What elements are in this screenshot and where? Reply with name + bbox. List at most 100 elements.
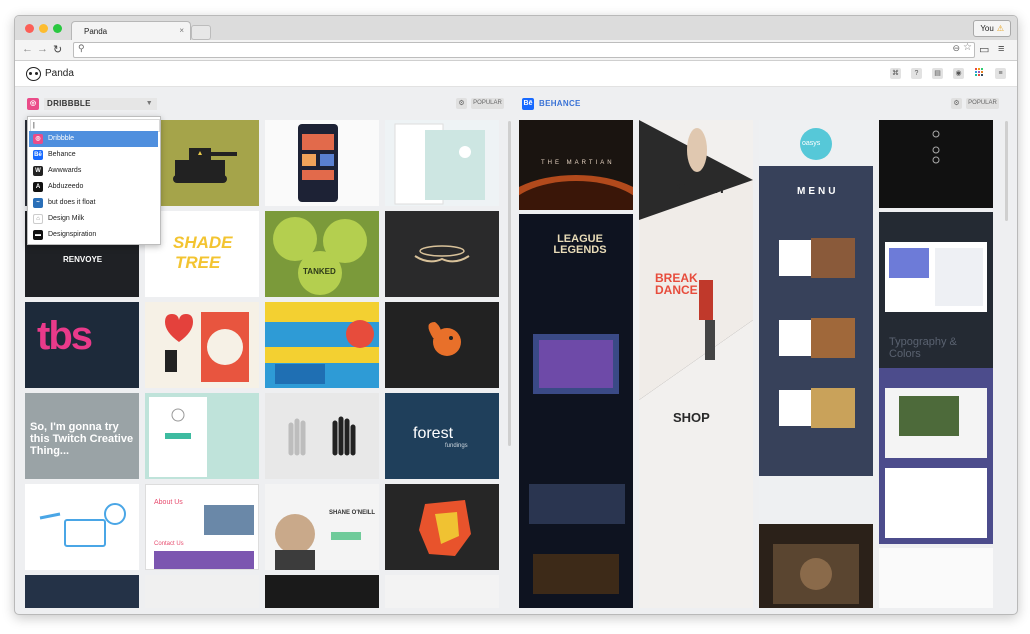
source-select[interactable]: DRIBBBLE ▼ — [44, 98, 157, 110]
tile-text: fundings — [445, 443, 468, 449]
help-icon[interactable]: ? — [911, 68, 922, 79]
gear-icon[interactable]: ⚙ — [456, 98, 467, 109]
dropdown-item-dribbble[interactable]: ◎ Dribbble — [29, 131, 158, 147]
behance-column-header: Bē BEHANCE ⚙ POPULAR — [522, 98, 1006, 112]
maximize-window-button[interactable] — [53, 24, 62, 33]
shot-tile[interactable]: SHADE TREE — [145, 211, 259, 297]
dropdown-item-design-milk[interactable]: ⌂ Design Milk — [29, 211, 158, 227]
tab-close-icon[interactable]: × — [179, 26, 184, 35]
address-bar[interactable]: ⚲ ⊖ ☆ — [73, 42, 975, 58]
project-tile[interactable]: THE MARTIAN — [519, 120, 633, 210]
menu-icon[interactable]: ≡ — [995, 68, 1006, 79]
project-tile[interactable]: BALLET BREAK DANCE SHOP — [639, 120, 753, 608]
project-tile[interactable] — [759, 524, 873, 608]
project-tile[interactable]: LEAGUE LEGENDS — [519, 214, 633, 608]
popular-button[interactable]: POPULAR — [966, 98, 999, 109]
shot-tile[interactable]: SHANE O'NEILL — [265, 484, 379, 570]
new-tab-button[interactable] — [191, 25, 211, 40]
bookmark-star-icon[interactable]: ☆ — [963, 42, 972, 53]
gear-icon[interactable]: ⚙ — [951, 98, 962, 109]
tab-bar: Panda × You ⚠ — [15, 16, 1017, 41]
dribbble-scrollbar[interactable] — [508, 121, 511, 446]
close-window-button[interactable] — [25, 24, 34, 33]
cast-icon[interactable]: ▭ — [979, 43, 989, 56]
shot-tile[interactable] — [385, 484, 499, 570]
shot-tile[interactable] — [265, 302, 379, 388]
shot-tile[interactable] — [25, 484, 139, 570]
project-tile[interactable] — [879, 368, 993, 544]
dropdown-item-label: Dribbble — [48, 135, 75, 142]
panda-logo-icon — [26, 67, 41, 81]
behance-grid: THE MARTIAN LEAGUE LEGENDS BALLET BREAK … — [519, 120, 1003, 608]
dropdown-item-behance[interactable]: Bē Behance — [29, 147, 158, 163]
project-tile[interactable] — [879, 548, 993, 608]
chevron-down-icon: ▼ — [145, 100, 153, 107]
browser-toolbar: ← → ↻ ⚲ ⊖ ☆ ▭ ≡ — [15, 40, 1017, 61]
project-tile[interactable]: Typography & Colors — [879, 212, 993, 392]
shot-tile[interactable] — [385, 575, 499, 608]
shot-tile[interactable] — [265, 393, 379, 479]
chat-icon[interactable]: ▤ — [932, 68, 943, 79]
popular-button[interactable]: POPULAR — [471, 98, 504, 109]
shot-tile[interactable]: TANKED — [265, 211, 379, 297]
shot-tile[interactable] — [145, 393, 259, 479]
awwwards-icon: W — [33, 166, 43, 176]
tile-text: SHOP — [673, 410, 710, 425]
shot-tile[interactable]: forest fundings — [385, 393, 499, 479]
sort-icon[interactable]: ⌘ — [890, 68, 901, 79]
browser-menu-icon[interactable]: ≡ — [998, 43, 1004, 55]
source-select-value: DRIBBBLE — [47, 99, 91, 108]
shot-tile[interactable]: tbs — [25, 302, 139, 388]
tab-title: Panda — [84, 27, 108, 36]
designspiration-icon: ▬ — [33, 230, 43, 240]
shot-tile[interactable] — [385, 302, 499, 388]
project-tile[interactable] — [879, 120, 993, 208]
eye-icon[interactable]: ◉ — [953, 68, 964, 79]
dribbble-icon: ◎ — [33, 134, 43, 144]
dropdown-item-awwwards[interactable]: W Awwwards — [29, 163, 158, 179]
dropdown-item-designspiration[interactable]: ▬ Designspiration — [29, 227, 158, 243]
zoom-icon[interactable]: ⊖ — [952, 43, 960, 54]
dribbble-column-header: ◎ DRIBBBLE ▼ ⚙ POPULAR — [27, 98, 507, 112]
reload-icon[interactable]: ↻ — [53, 43, 62, 56]
tile-text: So, I'm gonna try this Twitch Creative T… — [30, 421, 134, 457]
shot-tile[interactable] — [145, 575, 259, 608]
project-tile[interactable]: oasys MENU — [759, 120, 873, 520]
tile-text: oasys — [802, 140, 821, 147]
apps-icon[interactable] — [974, 68, 985, 79]
back-icon[interactable]: ← — [22, 43, 33, 55]
shot-tile[interactable] — [265, 120, 379, 206]
tile-text: TREE — [175, 253, 221, 272]
shot-tile[interactable] — [145, 302, 259, 388]
browser-tab[interactable]: Panda × — [71, 21, 191, 41]
behance-icon: Bē — [33, 150, 43, 160]
abduzeedo-icon: A — [33, 182, 43, 192]
shot-tile[interactable]: So, I'm gonna try this Twitch Creative T… — [25, 393, 139, 479]
tile-text: MENU — [797, 186, 839, 197]
dropdown-item-label: Abduzeedo — [48, 183, 84, 190]
dropdown-item-label: Awwwards — [48, 167, 82, 174]
shot-tile[interactable]: About Us Contact Us — [145, 484, 259, 570]
shot-tile[interactable] — [145, 120, 259, 206]
forward-icon[interactable]: → — [37, 43, 48, 55]
behance-scrollbar[interactable] — [1005, 121, 1008, 221]
tile-text: TANKED — [303, 267, 336, 276]
dropdown-item-but-does-it-float[interactable]: ~ but does it float — [29, 195, 158, 211]
dropdown-item-label: Behance — [48, 151, 76, 158]
source-dropdown: ◎ Dribbble Bē Behance W Awwwards A Abduz… — [27, 116, 161, 245]
tile-text: BALLET — [671, 180, 727, 196]
tile-text: Typography & Colors — [889, 336, 957, 360]
shot-tile[interactable] — [265, 575, 379, 608]
search-icon: ⚲ — [78, 43, 85, 53]
shot-tile[interactable] — [385, 120, 499, 206]
tile-text: forest — [413, 425, 454, 442]
tile-text: About Us — [154, 499, 183, 506]
shot-tile[interactable] — [385, 211, 499, 297]
tile-text: SHANE O'NEILL — [329, 510, 376, 516]
dropdown-item-abduzeedo[interactable]: A Abduzeedo — [29, 179, 158, 195]
dropdown-item-label: but does it float — [48, 199, 96, 206]
profile-button[interactable]: You ⚠ — [973, 20, 1011, 37]
minimize-window-button[interactable] — [39, 24, 48, 33]
tile-text: Contact Us — [154, 541, 184, 547]
shot-tile[interactable] — [25, 575, 139, 608]
